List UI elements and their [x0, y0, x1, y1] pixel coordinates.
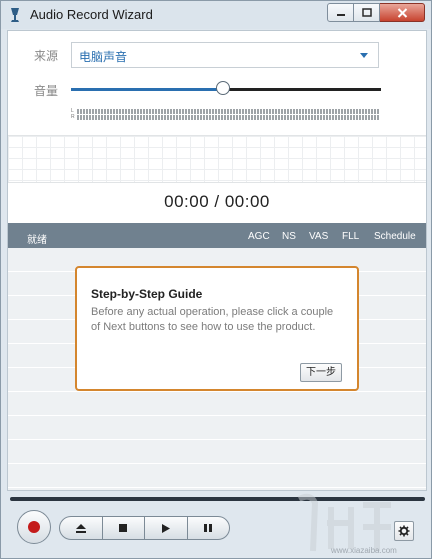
pause-icon — [204, 524, 213, 532]
title-bar: Audio Record Wizard — [1, 1, 431, 29]
close-icon — [397, 7, 407, 18]
minimize-icon — [336, 13, 345, 16]
waveform-grid — [8, 135, 426, 183]
timer-display: 00:00 / 00:00 — [164, 192, 270, 211]
source-select[interactable]: 电脑声音 — [71, 42, 379, 68]
minimize-button[interactable] — [327, 3, 354, 22]
schedule-column-header[interactable]: Schedule — [374, 231, 416, 242]
level-meter-right — [77, 115, 380, 120]
window-controls — [327, 3, 425, 22]
record-icon — [28, 521, 40, 533]
guide-title: Step-by-Step Guide — [91, 287, 203, 301]
maximize-icon — [361, 8, 372, 17]
source-selected-value: 电脑声音 — [79, 50, 128, 64]
maximize-button[interactable] — [354, 3, 380, 22]
microphone-icon — [11, 8, 19, 22]
control-bar: www.xiazaiba.com — [1, 491, 431, 558]
step-guide-popup: Step-by-Step Guide Before any actual ope… — [75, 266, 359, 391]
gear-icon — [398, 525, 410, 537]
app-window: Audio Record Wizard 来源 电脑声音 音量 L R 00:00… — [0, 0, 432, 559]
record-button[interactable] — [17, 510, 51, 544]
transport-controls — [59, 516, 230, 540]
watermark-text: www.xiazaiba.com — [331, 546, 397, 555]
agc-column-header[interactable]: AGC — [248, 231, 270, 242]
fll-column-header[interactable]: FLL — [342, 231, 359, 242]
volume-slider-thumb[interactable] — [215, 81, 230, 95]
eject-button[interactable] — [60, 517, 103, 539]
pause-button[interactable] — [188, 517, 230, 539]
main-panel: 来源 电脑声音 音量 L R 00:00 / 00:00 就绪 AGC NS V… — [7, 30, 427, 491]
close-button[interactable] — [380, 3, 425, 22]
status-column-header: 就绪 — [27, 235, 47, 246]
volume-slider-fill — [71, 88, 223, 91]
meter-right-tag: R — [71, 114, 75, 120]
chevron-down-icon — [360, 53, 368, 58]
stop-button[interactable] — [103, 517, 145, 539]
list-header: 就绪 AGC NS VAS FLL Schedule — [8, 223, 426, 248]
settings-button[interactable] — [394, 521, 414, 541]
guide-body: Before any actual operation, please clic… — [91, 306, 334, 333]
volume-label: 音量 — [34, 84, 59, 98]
vas-column-header[interactable]: VAS — [309, 231, 328, 242]
eject-icon — [75, 523, 86, 533]
window-title: Audio Record Wizard — [30, 7, 153, 22]
next-button[interactable]: 下一步 — [300, 363, 342, 382]
play-button[interactable] — [145, 517, 188, 539]
source-label: 来源 — [34, 49, 59, 63]
play-icon — [161, 523, 170, 533]
stop-icon — [119, 524, 128, 532]
ns-column-header[interactable]: NS — [282, 231, 296, 242]
level-meter-left — [77, 109, 380, 114]
